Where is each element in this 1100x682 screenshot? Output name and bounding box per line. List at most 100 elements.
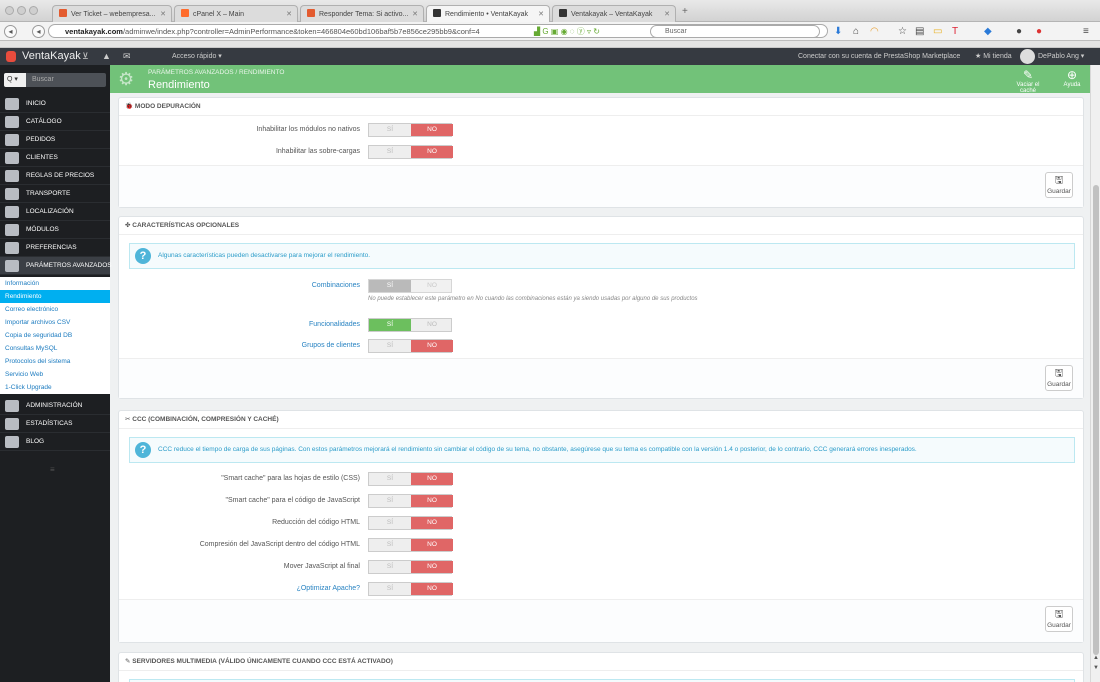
collapse-sidebar-icon[interactable]: ≡ [50,465,55,474]
back-icon[interactable]: ◂ [4,25,17,38]
submenu-correo[interactable]: Correo electrónico [0,303,110,316]
help-button[interactable]: ⊕ Ayuda [1052,68,1092,88]
switch-no[interactable]: NO [411,124,453,136]
switch-no[interactable]: NO [411,561,453,573]
sidebar-search-input[interactable]: Q ▾ Buscar [4,73,106,87]
home-icon[interactable]: ⌂ [853,25,859,38]
switch-yes[interactable]: SÍ [369,124,411,136]
switch-yes[interactable]: SÍ [369,473,411,485]
new-tab-icon[interactable]: + [682,6,688,17]
speech-icon[interactable]: ● [1016,25,1022,38]
submenu-rendimiento[interactable]: Rendimiento [0,290,110,303]
scroll-down-icon[interactable]: ▼ [1093,665,1099,671]
user-menu[interactable]: DePablo Ang ▾ [1038,48,1084,65]
switch-yes[interactable]: SÍ [369,146,411,158]
scroll-up-icon[interactable]: ▲ [1093,655,1099,661]
switch-no[interactable]: NO [411,319,453,331]
optimize-apache-switch[interactable]: SÍ NO [368,582,453,596]
marketplace-link[interactable]: Conectar con su cuenta de PrestaShop Mar… [798,48,960,65]
browser-tab-cpanel[interactable]: cPanel X – Main ✕ [174,5,298,22]
move-js-to-end-switch[interactable]: SÍ NO [368,560,453,574]
switch-yes[interactable]: SÍ [369,319,411,331]
switch-yes[interactable]: SÍ [369,539,411,551]
save-button[interactable]: 🖫 Guardar [1045,606,1073,632]
cart-icon[interactable]: ⊻ [82,48,89,65]
bookmarks-icon[interactable]: ▤ [915,25,924,38]
disable-nonnative-modules-switch[interactable]: SÍ NO [368,123,453,137]
browser-tab-ticket[interactable]: Ver Ticket – webempresa... ✕ [52,5,172,22]
switch-no[interactable]: NO [411,495,453,507]
submenu-informacion[interactable]: Información [0,277,110,290]
star-icon[interactable]: ☆ [898,25,907,38]
switch-yes[interactable]: SÍ [369,561,411,573]
submenu-consultas-mysql[interactable]: Consultas MySQL [0,342,110,355]
sidebar-item-clientes[interactable]: Clientes [0,149,110,167]
submenu-upgrade[interactable]: 1-Click Upgrade [0,381,110,394]
user-icon[interactable]: ▲ [102,48,111,65]
download-icon[interactable]: ⬇ [834,25,842,38]
minimize-window-icon[interactable] [17,6,26,15]
menu-icon[interactable]: ≡ [1083,25,1089,38]
smart-cache-css-switch[interactable]: SÍ NO [368,472,453,486]
maximize-window-icon[interactable] [29,6,38,15]
submenu-servicio-web[interactable]: Servicio Web [0,368,110,381]
toolbar-extensions-icon[interactable]: ▟ G ▣ ◉ ◌ ⓨ ▿ ↻ [534,26,644,37]
rss-icon[interactable]: ◠ [870,25,879,38]
breadcrumb[interactable]: Parámetros avanzados / Rendimiento [148,69,284,76]
chat-icon[interactable]: ▭ [933,25,942,38]
browser-search-input[interactable]: Buscar [650,25,820,38]
switch-no[interactable]: NO [411,539,453,551]
save-button[interactable]: 🖫 Guardar [1045,172,1073,198]
switch-no[interactable]: NO [411,340,453,352]
forward-icon[interactable]: ◂ [32,25,45,38]
switch-yes[interactable]: SÍ [369,583,411,595]
sidebar-item-transporte[interactable]: Transporte [0,185,110,203]
browser-tab-forum[interactable]: Responder Tema: Si activo... ✕ [300,5,424,22]
my-store-link[interactable]: ★ Mi tienda [975,48,1012,65]
sidebar-item-parametros-avanzados[interactable]: Parámetros avanzados [0,257,112,275]
submenu-protocolos[interactable]: Protocolos del sistema [0,355,110,368]
close-tab-icon[interactable]: ✕ [538,6,544,22]
switch-no[interactable]: NO [411,146,453,158]
sidebar-item-pedidos[interactable]: Pedidos [0,131,110,149]
html-reduction-switch[interactable]: SÍ NO [368,516,453,530]
translate-icon[interactable]: T [952,25,958,38]
disable-overrides-switch[interactable]: SÍ NO [368,145,453,159]
search-type-dropdown[interactable]: Q ▾ [4,73,26,87]
browser-tab-ventakayak[interactable]: Ventakayak – VentaKayak ✕ [552,5,676,22]
features-switch[interactable]: SÍ NO [368,318,452,332]
close-tab-icon[interactable]: ✕ [664,6,670,22]
close-tab-icon[interactable]: ✕ [160,6,166,22]
sidebar-item-reglas[interactable]: Reglas de precios [0,167,110,185]
close-window-icon[interactable] [5,6,14,15]
customer-groups-switch[interactable]: SÍ NO [368,339,453,353]
sidebar-item-estadisticas[interactable]: Estadísticas [0,415,110,433]
submenu-copia-seguridad[interactable]: Copia de seguridad DB [0,329,110,342]
switch-no[interactable]: NO [411,473,453,485]
clear-cache-button[interactable]: ✎ Vaciar el caché [1008,68,1048,94]
sidebar-item-administracion[interactable]: Administración [0,397,110,415]
browser-tab-rendimiento[interactable]: Rendimiento • VentaKayak ✕ [426,5,550,22]
sidebar-item-modulos[interactable]: Módulos [0,221,110,239]
scrollbar-thumb[interactable] [1093,185,1099,655]
sidebar-item-localizacion[interactable]: Localización [0,203,110,221]
quick-access-menu[interactable]: Acceso rápido ▾ [172,48,222,65]
submenu-importar-csv[interactable]: Importar archivos CSV [0,316,110,329]
switch-no[interactable]: NO [411,583,453,595]
sidebar-item-catalogo[interactable]: Catálogo [0,113,110,131]
smart-cache-js-switch[interactable]: SÍ NO [368,494,453,508]
inline-js-compression-switch[interactable]: SÍ NO [368,538,453,552]
save-button[interactable]: 🖫 Guardar [1045,365,1073,391]
store-name[interactable]: VentaKayak [22,48,81,65]
switch-yes[interactable]: SÍ [369,517,411,529]
sidebar-item-preferencias[interactable]: Preferencias [0,239,110,257]
adblock-icon[interactable]: ● [1036,25,1042,38]
switch-yes[interactable]: SÍ [369,340,411,352]
sidebar-item-blog[interactable]: Blog [0,433,110,451]
avatar[interactable] [1020,49,1035,64]
messages-icon[interactable]: ✉ [123,48,131,65]
page-scrollbar[interactable]: ▲ ▼ [1090,65,1100,682]
close-tab-icon[interactable]: ✕ [286,6,292,22]
extension-icon[interactable]: ◆ [984,25,992,38]
close-tab-icon[interactable]: ✕ [412,6,418,22]
